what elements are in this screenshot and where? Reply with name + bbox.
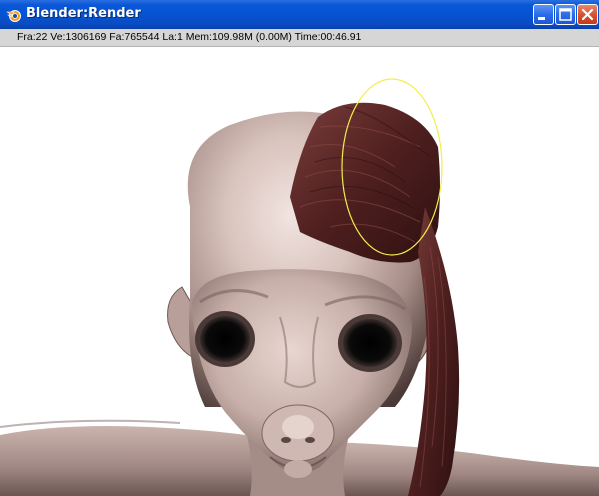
title-bar[interactable]: Blender:Render bbox=[0, 0, 599, 30]
render-stats-text: Fra:22 Ve:1306169 Fa:765544 La:1 Mem:109… bbox=[17, 31, 362, 43]
blender-render-window: Blender:Render Fra:22 Ve:1306169 Fa:7655… bbox=[0, 0, 599, 496]
render-image bbox=[0, 78, 599, 496]
close-button[interactable] bbox=[577, 4, 598, 25]
maximize-button[interactable] bbox=[555, 4, 576, 25]
blender-logo-icon bbox=[5, 7, 22, 23]
render-canvas[interactable] bbox=[0, 47, 599, 496]
window-title: Blender:Render bbox=[26, 6, 141, 21]
minimize-button[interactable] bbox=[533, 4, 554, 25]
render-info-bar: Fra:22 Ve:1306169 Fa:765544 La:1 Mem:109… bbox=[0, 29, 599, 47]
